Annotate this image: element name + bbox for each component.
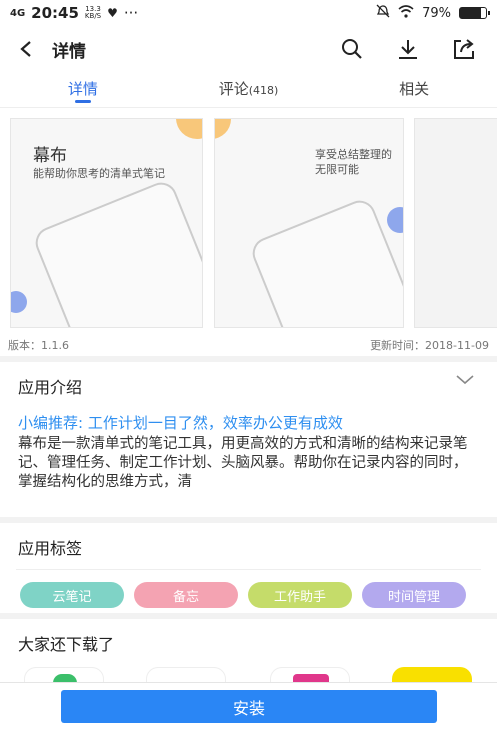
share-icon: [454, 39, 474, 59]
version-label: 版本：1.1.6: [8, 339, 69, 352]
screenshot-caption: 享受总结整理的无限可能: [315, 148, 392, 176]
install-bar: 安装: [0, 682, 497, 729]
speed-unit: KB/S: [84, 12, 102, 20]
back-button[interactable]: [6, 26, 46, 72]
tab-related[interactable]: 相关: [331, 72, 497, 107]
intro-text: 幕布是一款清单式的笔记工具，用更高效的方式和清晰的结构来记录笔记、管理任务、制定…: [18, 436, 468, 490]
battery-icon: [459, 7, 490, 19]
search-icon: [342, 39, 362, 59]
phone-mockup: [247, 195, 403, 327]
network-indicator: 4G: [10, 7, 26, 19]
clock: 20:45: [31, 4, 79, 22]
intro-card[interactable]: 应用介绍 小编推荐: 工作计划一目了然，效率办公更有成效 幕布是一款清单式的笔记…: [0, 362, 497, 517]
battery-fill: [460, 8, 481, 18]
tag-list: 云笔记 备忘 工作助手 时间管理: [0, 570, 497, 620]
top-app-bar: 详情: [0, 26, 497, 72]
app-screenshot[interactable]: 幕布 能帮助你思考的清单式笔记: [10, 118, 203, 328]
screenshot-carousel[interactable]: 幕布 能帮助你思考的清单式笔记 享受总结整理的无限可能: [0, 108, 497, 334]
decor-circle: [176, 119, 202, 139]
search-button[interactable]: [341, 38, 363, 60]
more-dots: ···: [123, 4, 139, 22]
screenshot-caption: 能帮助你思考的清单式笔记: [33, 167, 165, 180]
tab-details[interactable]: 详情: [0, 72, 166, 107]
share-button[interactable]: [453, 38, 475, 60]
chevron-down-icon[interactable]: [455, 374, 475, 386]
install-button[interactable]: 安装: [61, 690, 437, 723]
version-info: 版本：1.1.6 更新时间：2018-11-09: [0, 334, 497, 356]
tab-comments[interactable]: 评论(418): [166, 72, 332, 107]
network-speed: 13.3 KB/S: [85, 6, 101, 20]
section-title: 应用介绍: [18, 378, 83, 397]
section-title: 大家还下载了: [18, 635, 115, 654]
tab-bar: 详情 评论(418) 相关: [0, 72, 497, 108]
battery-percent: 79%: [422, 5, 451, 21]
back-arrow-icon: [20, 41, 31, 57]
screenshot-title: 幕布: [33, 146, 67, 166]
tab-label: 评论: [218, 80, 249, 98]
tag-chip[interactable]: 工作助手: [248, 582, 352, 608]
tag-chip[interactable]: 云笔记: [20, 582, 124, 608]
mute-icon: [376, 4, 390, 22]
decor-circle: [215, 119, 231, 139]
decor-circle: [11, 291, 27, 313]
app-screenshot[interactable]: 享受总结整理的无限可能: [214, 118, 404, 328]
section-title: 应用标签: [18, 539, 83, 558]
app-screenshot[interactable]: [414, 118, 497, 328]
tab-label: 详情: [67, 80, 98, 98]
download-button[interactable]: [397, 38, 419, 60]
comment-count: (418): [248, 84, 279, 97]
page-title: 详情: [52, 41, 86, 62]
tab-label: 相关: [399, 80, 430, 98]
status-bar: 4G 20:45 13.3 KB/S ♥ ··· 79%: [0, 0, 497, 26]
decor-circle: [387, 207, 403, 233]
editor-recommendation: 小编推荐: 工作计划一目了然，效率办公更有成效: [18, 414, 343, 432]
shield-icon: ♥: [107, 6, 118, 20]
tag-chip[interactable]: 备忘: [134, 582, 238, 608]
wifi-icon: [398, 4, 414, 22]
tag-chip[interactable]: 时间管理: [362, 582, 466, 608]
tags-card: 应用标签 云笔记 备忘 工作助手 时间管理: [0, 523, 497, 613]
update-date: 更新时间：2018-11-09: [370, 339, 489, 352]
phone-mockup: [30, 177, 202, 327]
download-icon: [399, 40, 417, 59]
